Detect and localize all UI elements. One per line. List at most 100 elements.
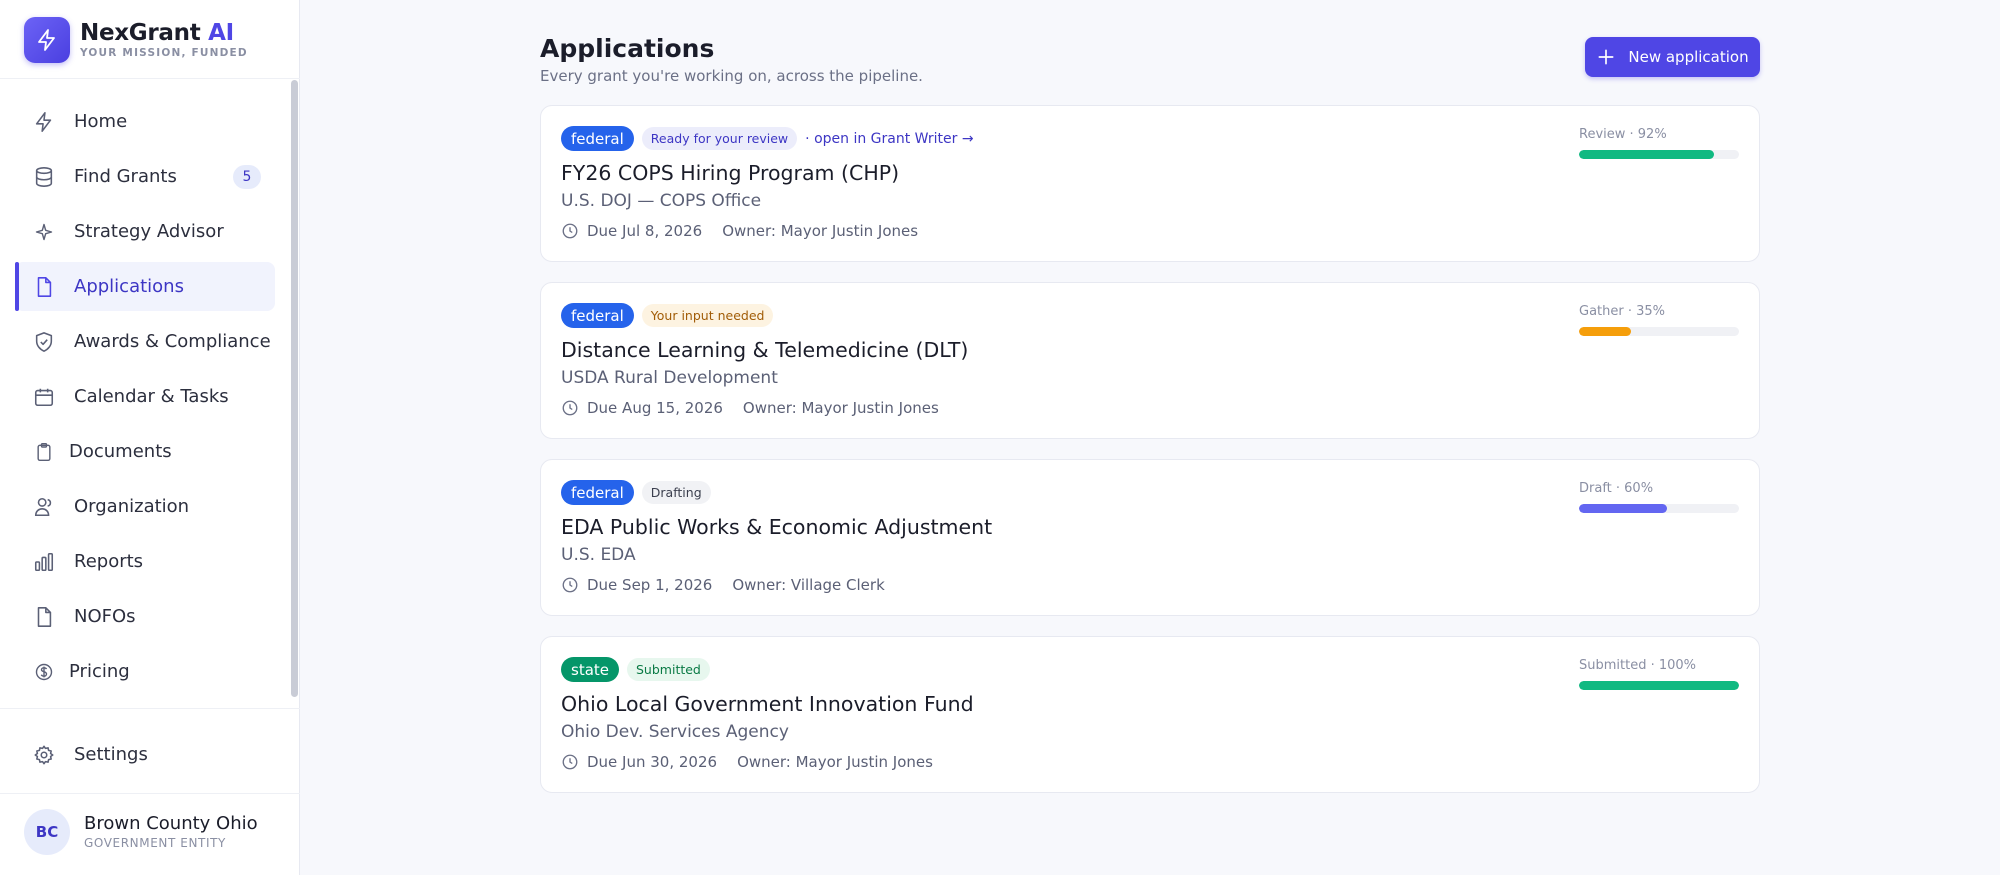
divider [0, 708, 300, 709]
clock-icon [561, 753, 579, 771]
sidebar-item-find-grants[interactable]: Find Grants 5 [15, 152, 275, 201]
applications-list: federal Ready for your review · open in … [540, 105, 1760, 813]
new-application-button[interactable]: New application [1585, 37, 1760, 77]
type-badge: federal [561, 126, 634, 151]
progress-label: Review · 92% [1579, 127, 1667, 142]
shield-check-icon [31, 329, 57, 355]
sidebar-scrollbar[interactable] [291, 80, 298, 697]
clock-icon [561, 222, 579, 240]
progress-label: Gather · 35% [1579, 304, 1666, 319]
dollar-circle-icon [31, 659, 57, 685]
progress-track [1579, 150, 1739, 159]
clock-icon [561, 576, 579, 594]
status-badge: Ready for your review [641, 127, 798, 150]
page-title: Applications [540, 34, 715, 63]
plus-icon [1596, 47, 1616, 67]
application-agency: U.S. DOJ — COPS Office [561, 191, 762, 211]
application-agency: U.S. EDA [561, 545, 636, 565]
owner: Owner: Mayor Justin Jones [742, 399, 939, 417]
application-title: EDA Public Works & Economic Adjustment [561, 515, 993, 539]
database-icon [31, 164, 57, 190]
progress-track [1579, 681, 1739, 690]
new-application-label: New application [1628, 48, 1749, 66]
application-title: Distance Learning & Telemedicine (DLT) [561, 338, 969, 362]
progress-fill [1579, 327, 1631, 336]
open-in-grant-writer-link[interactable]: · open in Grant Writer → [805, 131, 973, 147]
application-card[interactable]: federal Your input needed Distance Learn… [540, 282, 1760, 439]
progress-fill [1579, 504, 1668, 513]
progress-fill [1579, 681, 1739, 690]
clock-icon [561, 399, 579, 417]
users-icon [31, 494, 57, 520]
due-date: Due Aug 15, 2026 [587, 399, 723, 417]
divider [0, 793, 300, 794]
due-date: Due Jul 8, 2026 [587, 222, 703, 240]
file-icon [31, 604, 57, 630]
sidebar-item-label: Applications [74, 276, 184, 297]
due-date: Due Sep 1, 2026 [587, 576, 713, 594]
sidebar-item-label: Find Grants [74, 166, 177, 187]
page-subtitle: Every grant you're working on, across th… [540, 67, 923, 85]
brand-name: NexGrant AI [80, 20, 234, 46]
due-date: Due Jun 30, 2026 [587, 753, 718, 771]
owner: Owner: Mayor Justin Jones [737, 753, 933, 771]
application-agency: USDA Rural Development [561, 368, 778, 388]
avatar: BC [24, 809, 70, 855]
sidebar-item-label: Documents [69, 441, 172, 462]
owner: Owner: Village Clerk [732, 576, 885, 594]
sidebar-item-applications[interactable]: Applications [15, 262, 275, 311]
sidebar-item-reports[interactable]: Reports [15, 537, 275, 586]
progress: Gather · 35% [1579, 303, 1739, 336]
bolt-logo-icon [24, 17, 70, 63]
sidebar-item-calendar-tasks[interactable]: Calendar & Tasks [15, 372, 275, 421]
sidebar-item-label: Strategy Advisor [74, 221, 224, 242]
user-profile[interactable]: BC Brown County Ohio GOVERNMENT ENTITY [24, 809, 284, 855]
user-name: Brown County Ohio [84, 813, 258, 834]
sidebar-item-home[interactable]: Home [15, 97, 275, 146]
type-badge: federal [561, 480, 634, 505]
application-agency: Ohio Dev. Services Agency [561, 722, 789, 742]
application-title: FY26 COPS Hiring Program (CHP) [561, 161, 900, 185]
progress-track [1579, 504, 1739, 513]
progress: Review · 92% [1579, 126, 1739, 159]
status-badge: Submitted [627, 658, 710, 681]
brand-tagline: YOUR MISSION, FUNDED [80, 47, 248, 59]
sidebar-item-nofos[interactable]: NOFOs [15, 592, 275, 641]
count-badge: 5 [233, 165, 261, 189]
status-badge: Your input needed [641, 304, 774, 327]
sidebar: NexGrant AI YOUR MISSION, FUNDED Home Fi… [0, 0, 300, 875]
application-card[interactable]: federal Ready for your review · open in … [540, 105, 1760, 262]
sidebar-item-pricing[interactable]: Pricing [15, 647, 275, 696]
sidebar-item-label: NOFOs [74, 606, 136, 627]
sidebar-item-label: Calendar & Tasks [74, 386, 229, 407]
sparkle-icon [31, 219, 57, 245]
type-badge: state [561, 657, 619, 682]
application-title: Ohio Local Government Innovation Fund [561, 692, 974, 716]
calendar-icon [31, 384, 57, 410]
bar-chart-icon [31, 549, 57, 575]
status-badge: Drafting [641, 481, 711, 504]
sidebar-item-label: Awards & Compliance [74, 331, 271, 352]
sidebar-item-settings[interactable]: Settings [15, 730, 275, 779]
user-role: GOVERNMENT ENTITY [84, 836, 226, 850]
clipboard-icon [31, 439, 57, 465]
sidebar-item-documents[interactable]: Documents [15, 427, 275, 476]
sidebar-item-strategy-advisor[interactable]: Strategy Advisor [15, 207, 275, 256]
sidebar-item-awards-compliance[interactable]: Awards & Compliance [15, 317, 275, 366]
brand[interactable]: NexGrant AI YOUR MISSION, FUNDED [24, 16, 284, 64]
sidebar-item-label: Pricing [69, 661, 130, 682]
application-card[interactable]: federal Drafting EDA Public Works & Econ… [540, 459, 1760, 616]
gear-icon [31, 742, 57, 768]
progress-fill [1579, 150, 1715, 159]
type-badge: federal [561, 303, 634, 328]
sidebar-nav: Home Find Grants 5 Strategy Advisor Appl… [15, 97, 275, 702]
sidebar-item-organization[interactable]: Organization [15, 482, 275, 531]
bolt-icon [31, 109, 57, 135]
application-card[interactable]: state Submitted Ohio Local Government In… [540, 636, 1760, 793]
progress: Submitted · 100% [1579, 657, 1739, 690]
divider [0, 78, 300, 79]
page-header: Applications Every grant you're working … [540, 32, 1760, 88]
progress-label: Draft · 60% [1579, 481, 1654, 496]
document-icon [31, 274, 57, 300]
progress-label: Submitted · 100% [1579, 658, 1697, 673]
